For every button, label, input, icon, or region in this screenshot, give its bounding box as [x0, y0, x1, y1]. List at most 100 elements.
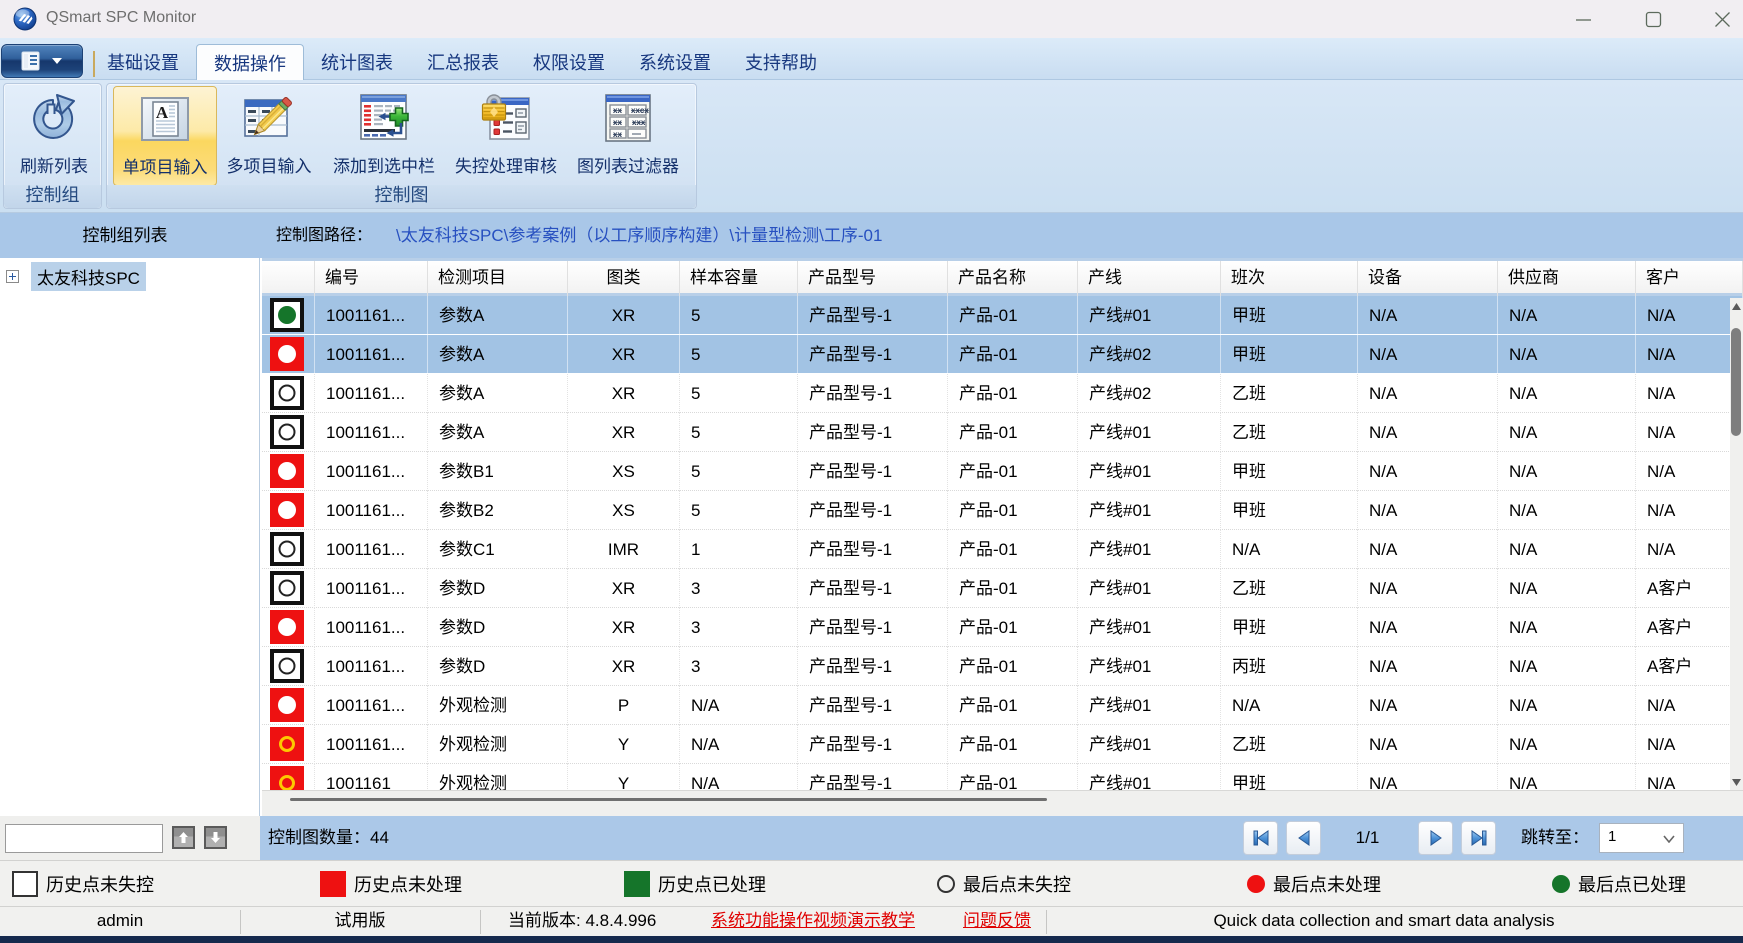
table-row[interactable]: 1001161...参数B1XS5产品型号-1产品-01产线#01甲班N/AN/…: [262, 452, 1743, 491]
feedback-link[interactable]: 问题反馈: [963, 907, 1031, 937]
table-row[interactable]: 1001161...参数AXR5产品型号-1产品-01产线#01甲班N/AN/A…: [262, 296, 1743, 335]
arrow-up-icon: [177, 831, 190, 844]
last-page-button[interactable]: [1461, 821, 1496, 855]
tree-prev-button[interactable]: [172, 826, 195, 849]
column-header-3[interactable]: 图类: [568, 261, 680, 299]
legend-circle-outline-icon: [937, 875, 955, 893]
scrollbar-thumb[interactable]: [1731, 328, 1741, 436]
next-page-icon: [1428, 829, 1444, 847]
ribbon-button-label: 图列表过滤器: [577, 152, 679, 177]
column-header-11[interactable]: 客户: [1636, 261, 1743, 299]
tree-item-label[interactable]: 太友科技SPC: [31, 262, 146, 291]
table-row[interactable]: 1001161...参数DXR3产品型号-1产品-01产线#01甲班N/AN/A…: [262, 608, 1743, 647]
tab-3[interactable]: 汇总报表: [410, 44, 516, 80]
maximize-button[interactable]: [1630, 0, 1676, 38]
cell-7: N/A: [1221, 530, 1358, 569]
hscrollbar-thumb[interactable]: [290, 798, 1047, 801]
tree-expand-icon[interactable]: [6, 270, 19, 283]
cell-5: 产品-01: [948, 764, 1078, 790]
column-header-1[interactable]: 编号: [315, 261, 428, 299]
cell-0: 1001161...: [315, 686, 428, 725]
legend-item-1: 历史点未处理: [320, 861, 462, 907]
column-header-10[interactable]: 供应商: [1498, 261, 1636, 299]
svg-text:xx: xx: [613, 106, 622, 115]
ribbon-button-add-to-selected[interactable]: 添加到选中栏: [318, 86, 450, 186]
out-of-control-audit-icon: [480, 92, 532, 144]
column-header-8[interactable]: 班次: [1221, 261, 1358, 299]
goto-page-select[interactable]: 1: [1599, 823, 1684, 853]
table-row[interactable]: 1001161...参数AXR5产品型号-1产品-01产线#02甲班N/AN/A…: [262, 335, 1743, 374]
video-tutorial-link[interactable]: 系统功能操作视频演示教学: [711, 907, 915, 937]
table-row[interactable]: 1001161...参数B2XS5产品型号-1产品-01产线#01甲班N/AN/…: [262, 491, 1743, 530]
chart-count-value: 44: [370, 828, 389, 847]
tree-search-input[interactable]: [5, 824, 163, 853]
ribbon: 刷新列表控制组 A 单项目输入 多项目输入: [0, 80, 1743, 213]
table-row[interactable]: 1001161...参数DXR3产品型号-1产品-01产线#01乙班N/AN/A…: [262, 569, 1743, 608]
table-row[interactable]: 1001161...参数AXR5产品型号-1产品-01产线#01乙班N/AN/A…: [262, 413, 1743, 452]
tab-6[interactable]: 支持帮助: [728, 44, 834, 80]
tree-item-root[interactable]: 太友科技SPC: [0, 262, 146, 291]
minimize-button[interactable]: [1560, 0, 1606, 38]
table-header: 编号检测项目图类样本容量产品型号产品名称产线班次设备供应商客户: [262, 258, 1743, 296]
table-row[interactable]: 1001161...外观检测YN/A产品型号-1产品-01产线#01乙班N/AN…: [262, 725, 1743, 764]
column-header-5[interactable]: 产品型号: [798, 261, 948, 299]
cell-8: N/A: [1358, 608, 1498, 647]
status-icon-red-white: [270, 688, 304, 722]
tab-4[interactable]: 权限设置: [516, 44, 622, 80]
horizontal-scrollbar[interactable]: [262, 790, 1743, 816]
table-row[interactable]: 1001161外观检测YN/A产品型号-1产品-01产线#01甲班N/AN/AN…: [262, 764, 1743, 790]
menu-bar: 基础设置数据操作统计图表汇总报表权限设置系统设置支持帮助: [0, 38, 1743, 80]
close-button[interactable]: [1699, 0, 1743, 38]
cell-9: N/A: [1498, 491, 1636, 530]
last-point-dot-white: [278, 462, 296, 480]
last-point-dot-outline: [279, 541, 296, 558]
vertical-scrollbar[interactable]: [1730, 298, 1743, 790]
pager-bar: 控制图数量：44 1/1 跳转至： 1: [0, 816, 1743, 860]
application-menu-button[interactable]: [1, 44, 83, 78]
column-header-7[interactable]: 产线: [1078, 261, 1221, 299]
refresh-icon: [28, 92, 80, 144]
last-page-icon: [1469, 829, 1489, 847]
cell-10: A客户: [1636, 647, 1743, 686]
table-row[interactable]: 1001161...参数C1IMR1产品型号-1产品-01产线#01N/AN/A…: [262, 530, 1743, 569]
first-page-button[interactable]: [1243, 821, 1278, 855]
last-point-dot-green: [278, 306, 296, 324]
table-row[interactable]: 1001161...外观检测PN/A产品型号-1产品-01产线#01N/AN/A…: [262, 686, 1743, 725]
add-to-selected-icon: [358, 92, 410, 144]
cell-6: 产线#01: [1078, 452, 1221, 491]
tab-1[interactable]: 数据操作: [196, 44, 304, 80]
ribbon-button-chart-list-filter[interactable]: xxxxcx xxxxx xx 图列表过滤器: [562, 86, 694, 186]
column-header-6[interactable]: 产品名称: [948, 261, 1078, 299]
tree-next-button[interactable]: [204, 826, 227, 849]
svg-text:xxx: xxx: [632, 118, 646, 127]
table-row[interactable]: 1001161...参数DXR3产品型号-1产品-01产线#01丙班N/AN/A…: [262, 647, 1743, 686]
scroll-up-icon[interactable]: [1730, 298, 1743, 314]
cell-1: 外观检测: [428, 725, 568, 764]
ribbon-button-single-entry[interactable]: A 单项目输入: [113, 86, 217, 186]
column-header-0[interactable]: [262, 261, 315, 299]
tab-2[interactable]: 统计图表: [304, 44, 410, 80]
status-icon-white-green: [270, 298, 304, 332]
ribbon-button-refresh[interactable]: 刷新列表: [5, 86, 103, 186]
ribbon-button-out-of-control-audit[interactable]: 失控处理审核: [440, 86, 572, 186]
legend-label: 最后点已处理: [1578, 871, 1686, 897]
tab-0[interactable]: 基础设置: [90, 44, 196, 80]
prev-page-button[interactable]: [1286, 821, 1321, 855]
cell-6: 产线#01: [1078, 530, 1221, 569]
column-header-9[interactable]: 设备: [1358, 261, 1498, 299]
column-header-4[interactable]: 样本容量: [680, 261, 798, 299]
ribbon-button-multi-entry[interactable]: 多项目输入: [217, 86, 321, 186]
cell-8: N/A: [1358, 413, 1498, 452]
column-header-2[interactable]: 检测项目: [428, 261, 568, 299]
next-page-button[interactable]: [1418, 821, 1453, 855]
scroll-down-icon[interactable]: [1730, 774, 1743, 790]
status-bar: admin 试用版 当前版本: 4.8.4.996 系统功能操作视频演示教学 问…: [0, 906, 1743, 936]
cell-3: N/A: [680, 764, 798, 790]
table-row[interactable]: 1001161...参数AXR5产品型号-1产品-01产线#02乙班N/AN/A…: [262, 374, 1743, 413]
tab-5[interactable]: 系统设置: [622, 44, 728, 80]
last-point-dot-outline: [279, 424, 296, 441]
menu-tabs: 基础设置数据操作统计图表汇总报表权限设置系统设置支持帮助: [90, 38, 834, 80]
cell-3: 3: [680, 647, 798, 686]
cell-2: XR: [568, 335, 680, 374]
cell-4: 产品型号-1: [798, 374, 948, 413]
